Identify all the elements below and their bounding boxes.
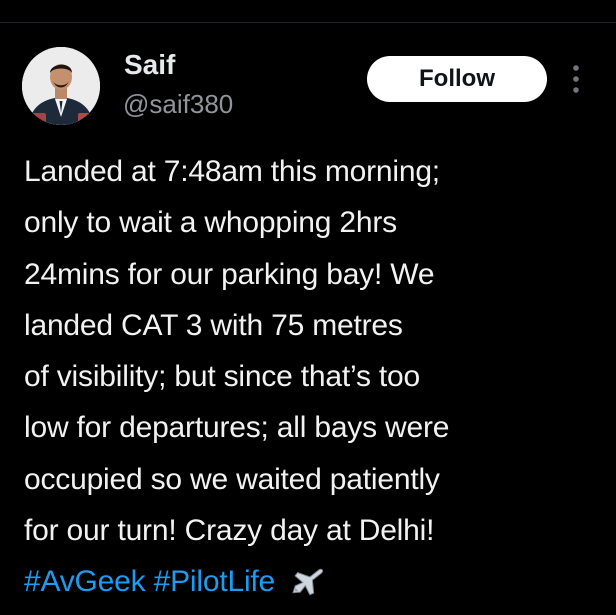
- airplane-icon: [287, 563, 329, 614]
- tweet-line: occupied so we waited patiently: [24, 462, 440, 496]
- hashtag-avgeek[interactable]: #AvGeek: [24, 565, 146, 598]
- tweet-line: low for departures; all bays were: [24, 411, 450, 445]
- tweet-line: for our turn! Crazy day at Delhi!: [24, 514, 435, 548]
- tweet-line: landed CAT 3 with 75 metres: [24, 308, 403, 342]
- top-divider: [0, 22, 616, 23]
- tweet-line: 24mins for our parking bay! We: [24, 257, 435, 291]
- hashtag-line: #AvGeek #PilotLife: [24, 556, 604, 614]
- tweet-line: only to wait a whopping 2hrs: [24, 206, 397, 240]
- hashtag-pilotlife[interactable]: #PilotLife: [154, 565, 276, 598]
- tweet-line: Landed at 7:48am this morning;: [24, 155, 440, 188]
- avatar[interactable]: [22, 47, 100, 125]
- tweet-text: Landed at 7:48am this morning; only to w…: [24, 146, 604, 615]
- author-handle[interactable]: @saif380: [123, 88, 233, 120]
- tweet-line: of visibility; but since that’s too: [24, 360, 420, 394]
- author-display-name[interactable]: Saif: [124, 48, 175, 82]
- more-vertical-icon[interactable]: [568, 64, 584, 94]
- follow-button[interactable]: Follow: [367, 56, 547, 102]
